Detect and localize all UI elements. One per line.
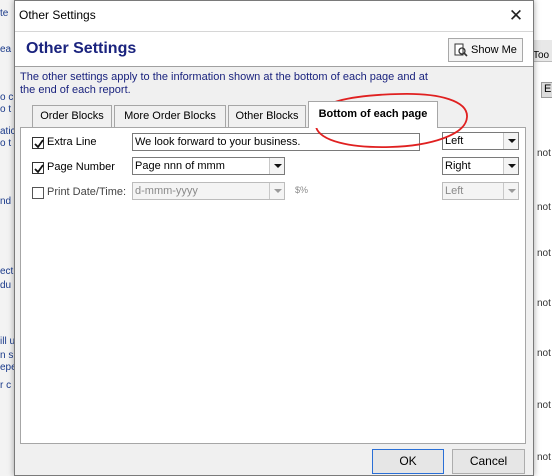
bg-fragment: o c [0, 92, 14, 103]
magnifier-document-icon [454, 43, 468, 57]
print-date-align-select[interactable]: Left [442, 182, 519, 200]
dialog-title: Other Settings [19, 8, 96, 22]
bg-fragment: ea [0, 44, 12, 55]
page-number-row: Page Number Page nnn of mmm Right [21, 157, 527, 177]
chevron-down-icon [269, 183, 284, 199]
page-number-label: Page Number [47, 161, 115, 173]
bg-note: not [537, 202, 551, 213]
checkmark-icon [34, 164, 44, 174]
ok-button[interactable]: OK [372, 449, 444, 474]
page-title: Other Settings [26, 40, 137, 57]
print-date-label: Print Date/Time: [47, 186, 127, 198]
page-number-align-select[interactable]: Right [442, 157, 519, 175]
bg-fragment: du [0, 280, 12, 291]
dialog-footer: OK Cancel [15, 444, 533, 475]
page-number-format-select[interactable]: Page nnn of mmm [132, 157, 285, 175]
extra-line-label: Extra Line [47, 136, 97, 148]
bg-fragment: te [0, 8, 9, 19]
bg-fragment: o t [0, 138, 12, 149]
show-me-button[interactable]: Show Me [448, 38, 523, 62]
cancel-button[interactable]: Cancel [452, 449, 525, 474]
bg-note: not [537, 248, 551, 259]
tab-bottom-of-each-page[interactable]: Bottom of each page [308, 101, 438, 128]
bg-note: not [537, 400, 551, 411]
bg-column-header: E [541, 82, 552, 98]
dialog-description: The other settings apply to the informat… [20, 71, 428, 96]
extra-line-checkbox[interactable] [32, 137, 44, 149]
print-date-checkbox[interactable] [32, 187, 44, 199]
extra-line-row: Extra Line We look forward to your busin… [21, 132, 527, 152]
bg-fragment: ect [0, 266, 14, 277]
page-number-checkbox[interactable] [32, 162, 44, 174]
tab-order-blocks[interactable]: Order Blocks [32, 105, 112, 127]
dialog-titlebar[interactable]: Other Settings ✕ [15, 1, 533, 31]
close-icon: ✕ [508, 6, 524, 25]
other-settings-dialog: Other Settings ✕ Other Settings Show Me … [14, 0, 534, 476]
bg-fragment: o t [0, 104, 12, 115]
chevron-down-icon [503, 183, 518, 199]
insert-field-icon[interactable]: $% [295, 185, 308, 195]
bg-note: not [537, 298, 551, 309]
close-button[interactable]: ✕ [505, 5, 527, 27]
checkmark-icon [34, 139, 44, 149]
tab-other-blocks[interactable]: Other Blocks [228, 105, 306, 127]
chevron-down-icon [503, 133, 518, 149]
print-date-format-select[interactable]: d-mmm-yyyy [132, 182, 285, 200]
bg-fragment: nd [0, 196, 12, 207]
print-date-format-value: d-mmm-yyyy [135, 185, 198, 197]
bg-note: not [537, 452, 551, 463]
extra-line-align-value: Left [445, 135, 464, 147]
dialog-header: Other Settings Show Me [15, 31, 533, 67]
print-date-row: Print Date/Time: d-mmm-yyyy $% Left [21, 182, 527, 202]
page-number-format-value: Page nnn of mmm [135, 160, 225, 172]
bg-note: not [537, 148, 551, 159]
extra-line-input[interactable]: We look forward to your business. [132, 133, 420, 151]
show-me-label: Show Me [471, 44, 517, 56]
tab-strip: Order Blocks More Order Blocks Other Blo… [20, 99, 526, 129]
tab-panel-bottom-of-each-page: Extra Line We look forward to your busin… [20, 127, 526, 444]
bg-tools-label: Too [533, 50, 550, 61]
bg-fragment: r c [0, 380, 12, 391]
page-number-align-value: Right [445, 160, 471, 172]
tab-more-order-blocks[interactable]: More Order Blocks [114, 105, 226, 127]
extra-line-align-select[interactable]: Left [442, 132, 519, 150]
bg-fragment: ill u [0, 336, 16, 347]
print-date-align-value: Left [445, 185, 464, 197]
chevron-down-icon [503, 158, 518, 174]
chevron-down-icon [269, 158, 284, 174]
bg-note: not [537, 348, 551, 359]
